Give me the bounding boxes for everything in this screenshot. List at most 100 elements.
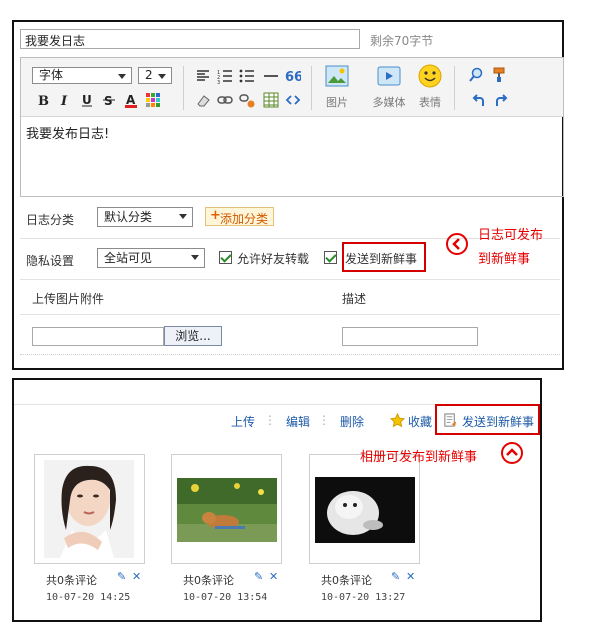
category-select[interactable]: 默认分类 (97, 207, 193, 227)
photo-thumbnail (315, 477, 415, 543)
table-icon[interactable] (263, 92, 279, 108)
diary-editor-panel: 我要发日志 剩余70字节 字体 2 123 66 B I U S A 图片 多媒… (12, 20, 564, 370)
photo-card[interactable] (34, 454, 145, 564)
svg-text:66: 66 (285, 70, 301, 84)
unlink-icon[interactable] (239, 92, 255, 108)
strikethrough-icon[interactable]: S (101, 92, 117, 108)
file-path-input[interactable] (32, 327, 164, 346)
add-category-label: 添加分类 (220, 212, 269, 226)
emoticon-icon[interactable] (418, 64, 442, 88)
album-send-highlight (435, 404, 540, 435)
italic-icon[interactable]: I (57, 92, 73, 108)
title-input-value: 我要发日志 (25, 34, 86, 48)
delete-x-icon[interactable]: ✕ (406, 570, 415, 583)
divider (20, 279, 560, 280)
editor-body[interactable]: 我要发布日志! (21, 117, 563, 196)
privacy-select[interactable]: 全站可见 (97, 248, 205, 268)
font-family-select[interactable]: 字体 (32, 67, 132, 84)
photo-thumbnail (177, 478, 277, 542)
image-icon[interactable] (325, 64, 349, 88)
edit-pencil-icon[interactable]: ✎ (391, 570, 400, 583)
browse-label: 浏览... (175, 329, 211, 343)
annotation-arrow-up-icon (501, 442, 523, 464)
favorite-action[interactable]: 收藏 (408, 413, 432, 430)
photo-comments[interactable]: 共0条评论 (321, 572, 372, 588)
svg-text:3: 3 (217, 80, 220, 84)
delete-x-icon[interactable]: ✕ (132, 570, 141, 583)
toolbar-separator (183, 66, 184, 110)
upload-action[interactable]: 上传 (231, 413, 255, 430)
emoticon-caption[interactable]: 表情 (416, 94, 444, 110)
action-separator: ⋮ (318, 413, 330, 427)
align-left-icon[interactable] (195, 68, 211, 84)
description-label: 描述 (342, 292, 367, 306)
font-size-value: 2 (145, 68, 153, 82)
send-to-feed-highlight (342, 242, 426, 272)
send-to-feed-checkbox[interactable] (324, 251, 337, 264)
remaining-bytes: 剩余70字节 (370, 34, 434, 48)
photo-comments[interactable]: 共0条评论 (183, 572, 234, 588)
delete-x-icon[interactable]: ✕ (269, 570, 278, 583)
bold-icon[interactable]: B (35, 92, 51, 108)
divider (20, 354, 560, 355)
divider (20, 314, 560, 315)
quote-icon[interactable]: 66 (285, 68, 301, 84)
photo-thumbnail (44, 460, 134, 558)
redo-icon[interactable] (493, 93, 509, 109)
format-painter-icon[interactable] (491, 67, 507, 83)
svg-text:B: B (38, 94, 49, 108)
allow-repost-checkbox[interactable] (219, 251, 232, 264)
font-size-select[interactable]: 2 (138, 67, 172, 84)
underline-icon[interactable]: U (79, 92, 95, 108)
font-family-value: 字体 (39, 68, 64, 82)
editor-body-text: 我要发布日志! (26, 127, 110, 142)
star-icon (390, 413, 405, 428)
title-input[interactable]: 我要发日志 (20, 29, 360, 49)
svg-text:S: S (104, 94, 113, 108)
toolbar-separator (311, 66, 312, 110)
background-color-icon[interactable] (145, 92, 161, 108)
media-caption[interactable]: 多媒体 (365, 94, 413, 110)
album-panel: 上传 ⋮ 编辑 ⋮ 删除 收藏 发送到新鲜事 共0条评论 ✎ ✕ 10-07-2… (12, 378, 542, 622)
link-icon[interactable] (217, 92, 233, 108)
eraser-icon[interactable] (195, 92, 211, 108)
horizontal-rule-icon[interactable] (263, 68, 279, 84)
photo-date: 10-07-20 13:54 (183, 592, 268, 603)
svg-text:U: U (82, 93, 92, 107)
edit-pencil-icon[interactable]: ✎ (254, 570, 263, 583)
category-value: 默认分类 (104, 210, 153, 224)
rich-editor: 字体 2 123 66 B I U S A 图片 多媒体 表情 我要发布日志! (20, 57, 564, 197)
font-color-icon[interactable]: A (123, 92, 139, 108)
code-icon[interactable] (285, 92, 301, 108)
diary-annotation-line1: 日志可发布 (478, 228, 544, 243)
svg-text:A: A (126, 93, 136, 107)
allow-repost-label: 允许好友转载 (237, 252, 310, 266)
photo-date: 10-07-20 13:27 (321, 592, 406, 603)
ordered-list-icon[interactable]: 123 (217, 68, 233, 84)
privacy-value: 全站可见 (104, 251, 153, 265)
editor-toolbar: 字体 2 123 66 B I U S A 图片 多媒体 表情 (21, 58, 563, 117)
annotation-arrow-left-icon (446, 233, 468, 255)
upload-label: 上传图片附件 (32, 292, 105, 306)
photo-card[interactable] (171, 454, 282, 564)
photo-date: 10-07-20 14:25 (46, 592, 131, 603)
browse-button[interactable]: 浏览... (164, 326, 222, 346)
add-category-button[interactable]: + 添加分类 (205, 207, 274, 226)
description-input[interactable] (342, 327, 478, 346)
edit-action[interactable]: 编辑 (286, 413, 310, 430)
photo-card[interactable] (309, 454, 420, 564)
media-icon[interactable] (377, 64, 401, 88)
image-caption[interactable]: 图片 (323, 94, 351, 110)
undo-icon[interactable] (471, 93, 487, 109)
delete-action[interactable]: 删除 (340, 413, 364, 430)
edit-pencil-icon[interactable]: ✎ (117, 570, 126, 583)
diary-annotation-line2: 到新鲜事 (478, 252, 531, 267)
search-replace-icon[interactable] (468, 67, 484, 83)
album-annotation: 相册可发布到新鲜事 (360, 450, 478, 465)
photo-comments[interactable]: 共0条评论 (46, 572, 97, 588)
privacy-label: 隐私设置 (26, 254, 75, 268)
unordered-list-icon[interactable] (239, 68, 255, 84)
svg-text:I: I (60, 94, 68, 108)
toolbar-separator (454, 66, 455, 110)
action-separator: ⋮ (264, 413, 276, 427)
